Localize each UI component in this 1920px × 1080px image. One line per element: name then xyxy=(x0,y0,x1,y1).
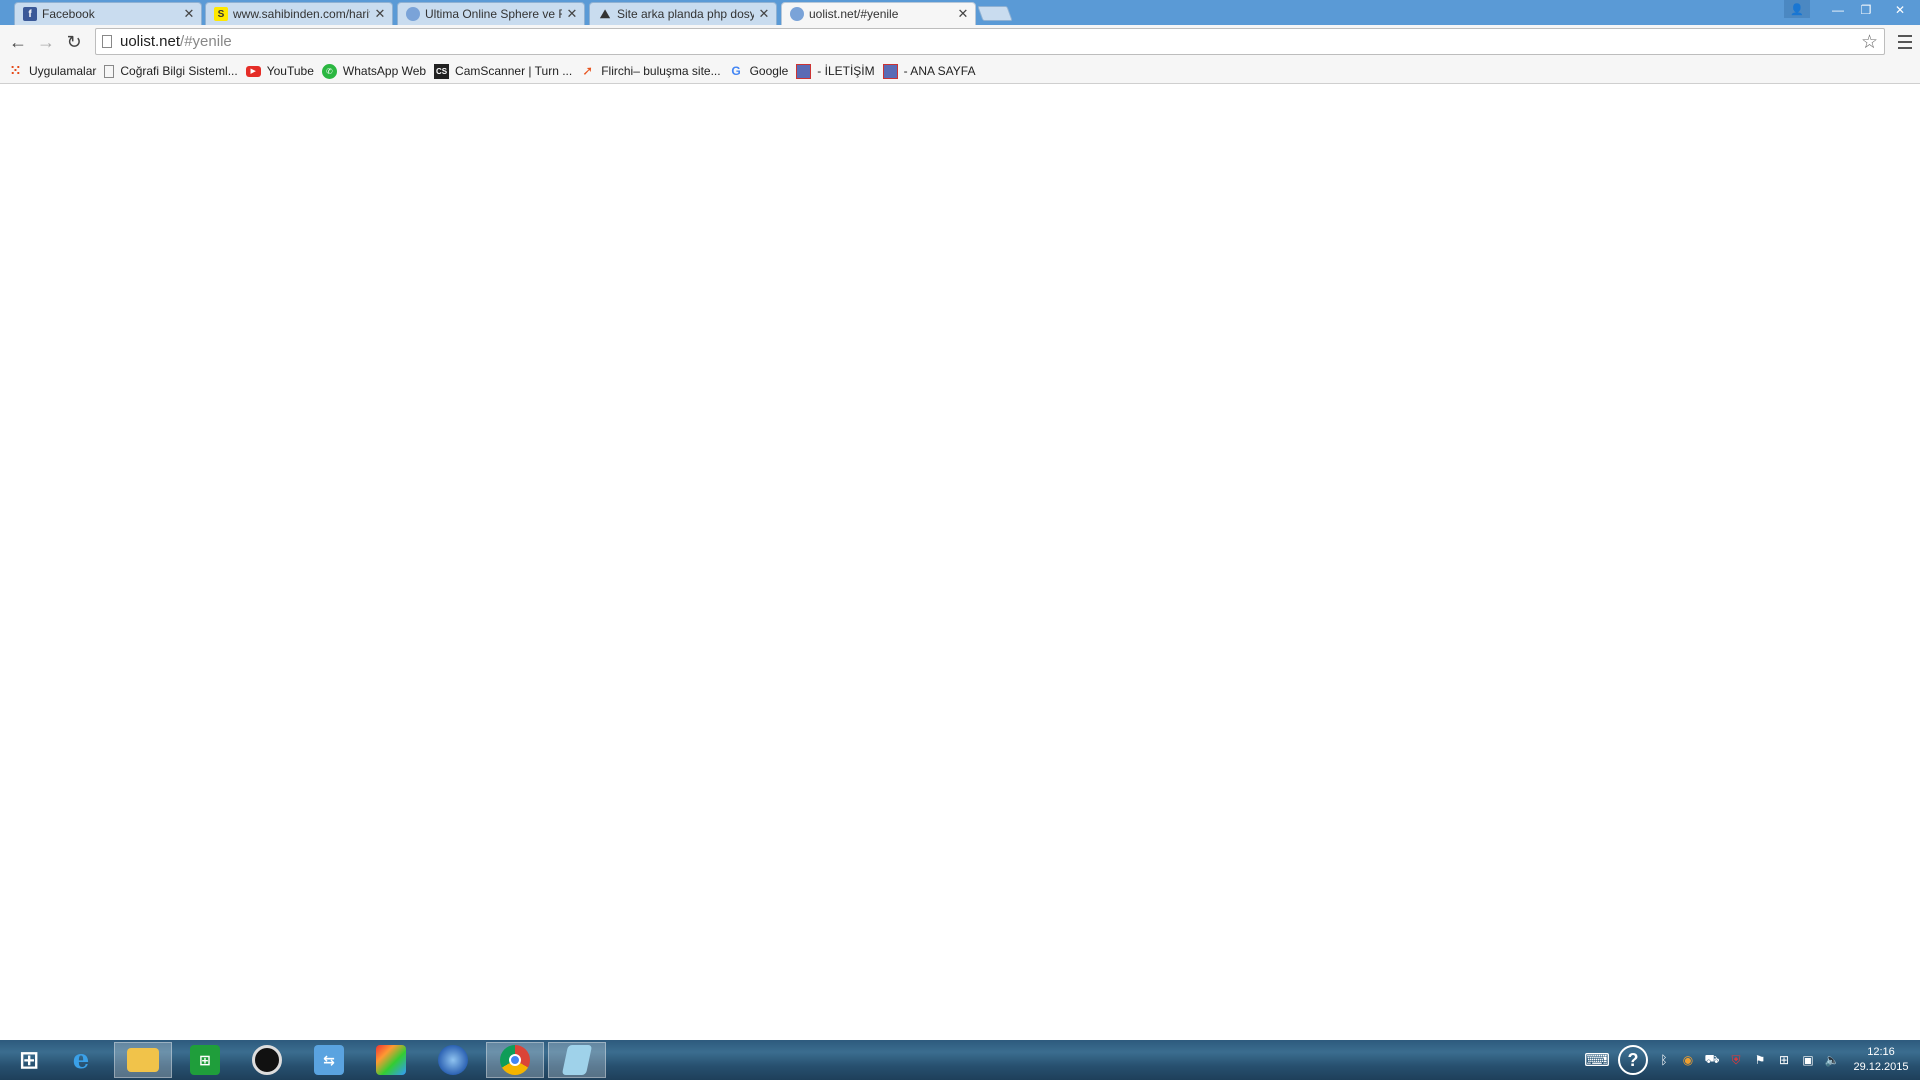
close-icon[interactable]: ✕ xyxy=(374,6,386,22)
tab-title: Site arka planda php dosy xyxy=(617,7,754,21)
bookmark-ana-sayfa[interactable]: - ANA SAYFA xyxy=(881,60,982,82)
volume-icon[interactable]: 🔈 xyxy=(1821,1049,1843,1071)
antivirus-shield-icon[interactable]: ⛨ xyxy=(1725,1049,1747,1071)
site-icon: ⛰ xyxy=(599,6,611,21)
flirchi-icon: ➚ xyxy=(582,63,594,78)
bookmark-label: - ANA SAYFA xyxy=(903,64,976,78)
url-host: uolist.net xyxy=(120,33,181,50)
bookmark-label: WhatsApp Web xyxy=(342,64,427,78)
notepad-icon[interactable] xyxy=(548,1042,606,1078)
google-icon: G xyxy=(731,64,741,78)
site-badge-icon xyxy=(882,63,898,79)
bookmark-label: CamScanner | Turn ... xyxy=(455,64,573,78)
close-icon[interactable]: ✕ xyxy=(957,6,969,22)
network-app-icon[interactable]: ⛟ xyxy=(1701,1049,1723,1071)
restore-button[interactable]: ❐ xyxy=(1852,0,1880,20)
reload-button[interactable]: ↻ xyxy=(60,28,88,56)
windows-icon[interactable]: ⊞ xyxy=(1773,1049,1795,1071)
bookmark-youtube[interactable]: ▶ YouTube xyxy=(244,60,320,82)
back-button[interactable]: ← xyxy=(4,28,32,56)
tab-uolist[interactable]: uolist.net/#yenile ✕ xyxy=(781,2,976,25)
page-icon xyxy=(104,64,115,78)
close-window-button[interactable]: ✕ xyxy=(1880,0,1920,20)
file-explorer-icon[interactable] xyxy=(114,1042,172,1078)
bookmark-label: Google xyxy=(749,64,789,78)
bookmark-uygulamalar[interactable]: ⁙ Uygulamalar xyxy=(6,60,102,82)
url-path: /#yenile xyxy=(180,33,232,50)
bookmarks-bar: ⁙ Uygulamalar Coğrafi Bilgi Sisteml... ▶… xyxy=(0,59,1920,84)
bookmark-label: YouTube xyxy=(266,64,314,78)
page-icon xyxy=(102,35,112,48)
windows-start-icon[interactable]: ⊞ xyxy=(0,1042,58,1078)
store-icon[interactable]: ⊞ xyxy=(176,1042,234,1078)
bookmark-star-icon[interactable]: ☆ xyxy=(1861,31,1878,54)
whatsapp-icon: ✆ xyxy=(321,63,337,79)
media-player-icon[interactable] xyxy=(238,1042,296,1078)
tab-ultima-online[interactable]: Ultima Online Sphere ve R ✕ xyxy=(397,2,585,25)
facebook-icon: f xyxy=(23,7,37,21)
bluetooth-icon[interactable]: ᛒ xyxy=(1653,1049,1675,1071)
browser-titlebar: f Facebook ✕ S www.sahibinden.com/harit … xyxy=(0,0,1920,25)
photo-app-icon[interactable] xyxy=(362,1042,420,1078)
bookmark-cografi-bilgi[interactable]: Coğrafi Bilgi Sisteml... xyxy=(102,60,243,82)
close-icon[interactable]: ✕ xyxy=(183,6,195,22)
camscanner-icon: CS xyxy=(434,63,450,79)
apps-grid-icon: ⁙ xyxy=(10,63,21,78)
system-tray: ⌨ ? ᛒ ◉ ⛟ ⛨ ⚑ ⊞ ▣ 🔈 12:16 29.12.2015 xyxy=(1580,1040,1920,1080)
chrome-menu-icon[interactable] xyxy=(1894,32,1916,52)
help-icon[interactable]: ? xyxy=(1618,1045,1648,1075)
internet-explorer-icon[interactable]: e xyxy=(52,1042,110,1078)
clock-time: 12:16 xyxy=(1867,1046,1895,1058)
bookmark-whatsapp[interactable]: ✆ WhatsApp Web xyxy=(320,60,432,82)
address-bar[interactable]: uolist.net/#yenile ☆ xyxy=(95,28,1885,55)
tab-title: Facebook xyxy=(42,7,95,21)
clock-date: 29.12.2015 xyxy=(1853,1061,1909,1073)
chrome-icon[interactable] xyxy=(486,1042,544,1078)
browser-toolbar: ← → ↻ uolist.net/#yenile ☆ xyxy=(0,25,1920,59)
keyboard-icon[interactable]: ⌨ xyxy=(1581,1049,1613,1071)
google-earth-icon[interactable] xyxy=(424,1042,482,1078)
new-tab-button[interactable] xyxy=(977,6,1013,21)
action-center-flag-icon[interactable]: ⚑ xyxy=(1749,1049,1771,1071)
forward-button[interactable]: → xyxy=(32,28,60,56)
tab-site-arka-planda[interactable]: ⛰ Site arka planda php dosy ✕ xyxy=(589,2,777,25)
bookmark-label: Flirchi– buluşma site... xyxy=(601,64,721,78)
bookmark-camscanner[interactable]: CS CamScanner | Turn ... xyxy=(432,60,578,82)
windows-taskbar: ⊞ e ⊞ ⇆ ⌨ ? ᛒ ◉ ⛟ ⛨ ⚑ ⊞ ▣ 🔈 12:16 29.12.… xyxy=(0,1040,1920,1080)
bookmark-label: Coğrafi Bilgi Sisteml... xyxy=(120,64,238,78)
tab-title: www.sahibinden.com/harit xyxy=(233,7,370,21)
network-icon[interactable]: ▣ xyxy=(1797,1049,1819,1071)
window-controls: — ❐ ✕ xyxy=(1824,0,1920,20)
tab-title: uolist.net/#yenile xyxy=(809,7,899,21)
system-clock[interactable]: 12:16 29.12.2015 xyxy=(1850,1045,1912,1075)
remote-app-icon[interactable]: ⇆ xyxy=(300,1042,358,1078)
globe-icon xyxy=(406,7,420,21)
page-content xyxy=(0,85,1920,1040)
close-icon[interactable]: ✕ xyxy=(566,6,578,22)
bookmark-google[interactable]: G Google xyxy=(727,60,795,82)
sahibinden-icon: S xyxy=(214,7,228,21)
app-tray-icon[interactable]: ◉ xyxy=(1677,1049,1699,1071)
youtube-icon: ▶ xyxy=(245,65,261,77)
bookmark-flirchi[interactable]: ➚ Flirchi– buluşma site... xyxy=(578,60,726,82)
bookmark-iletisim[interactable]: - İLETİŞİM xyxy=(794,60,880,82)
site-badge-icon xyxy=(796,63,812,79)
close-icon[interactable]: ✕ xyxy=(758,6,770,22)
globe-icon xyxy=(790,7,804,21)
minimize-button[interactable]: — xyxy=(1824,0,1852,20)
bookmark-label: - İLETİŞİM xyxy=(817,64,875,78)
tab-sahibinden[interactable]: S www.sahibinden.com/harit ✕ xyxy=(205,2,393,25)
tab-facebook[interactable]: f Facebook ✕ xyxy=(14,2,202,25)
tab-title: Ultima Online Sphere ve R xyxy=(425,7,562,21)
user-profile-icon[interactable]: 👤 xyxy=(1784,0,1810,18)
bookmark-label: Uygulamalar xyxy=(29,64,97,78)
